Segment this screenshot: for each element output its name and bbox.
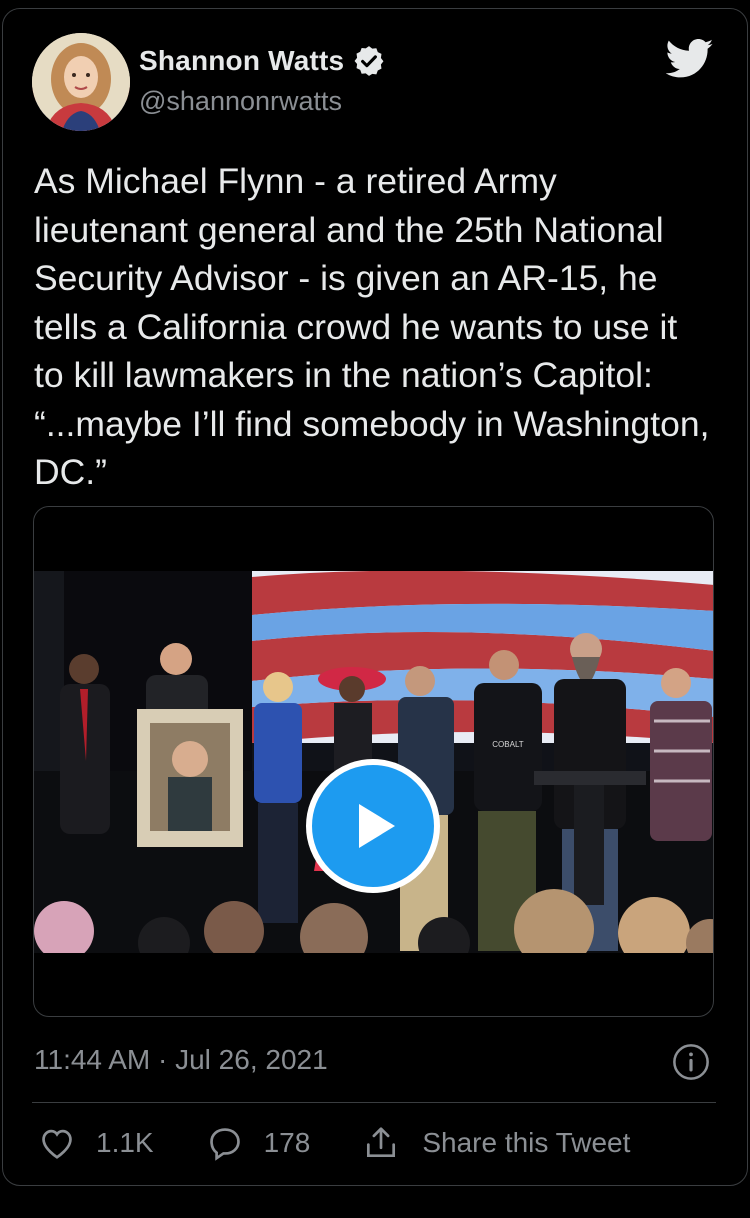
video-thumbnail[interactable]: COBALT [34, 571, 713, 953]
reply-button[interactable]: 178 [206, 1124, 311, 1162]
play-button[interactable] [306, 759, 440, 893]
tweet-actions: 1.1K 178 Share this Tweet [38, 1124, 682, 1162]
like-count: 1.1K [96, 1127, 154, 1158]
reply-count: 178 [263, 1127, 311, 1158]
tweet-timestamp[interactable]: 11:44 AM · Jul 26, 2021 [34, 1044, 328, 1076]
tweet-text: As Michael Flynn - a retired Army lieute… [34, 161, 710, 492]
play-icon [359, 804, 395, 848]
info-icon[interactable] [672, 1043, 710, 1081]
verified-badge-icon [354, 46, 384, 76]
share-label: Share this Tweet [422, 1127, 631, 1158]
reply-icon [209, 1128, 240, 1161]
heart-icon [42, 1129, 72, 1159]
divider [32, 1102, 716, 1103]
share-icon [367, 1127, 396, 1158]
author-name-row[interactable]: Shannon Watts [139, 44, 386, 78]
svg-text:COBALT: COBALT [492, 740, 524, 749]
avatar[interactable] [32, 33, 130, 131]
author-handle[interactable]: @shannonrwatts [139, 86, 342, 117]
share-button[interactable]: Share this Tweet [362, 1124, 630, 1162]
twitter-bird-icon[interactable] [666, 38, 714, 80]
video-player[interactable]: COBALT [33, 506, 714, 1017]
author-display-name[interactable]: Shannon Watts [139, 45, 344, 77]
like-button[interactable]: 1.1K [38, 1124, 154, 1162]
